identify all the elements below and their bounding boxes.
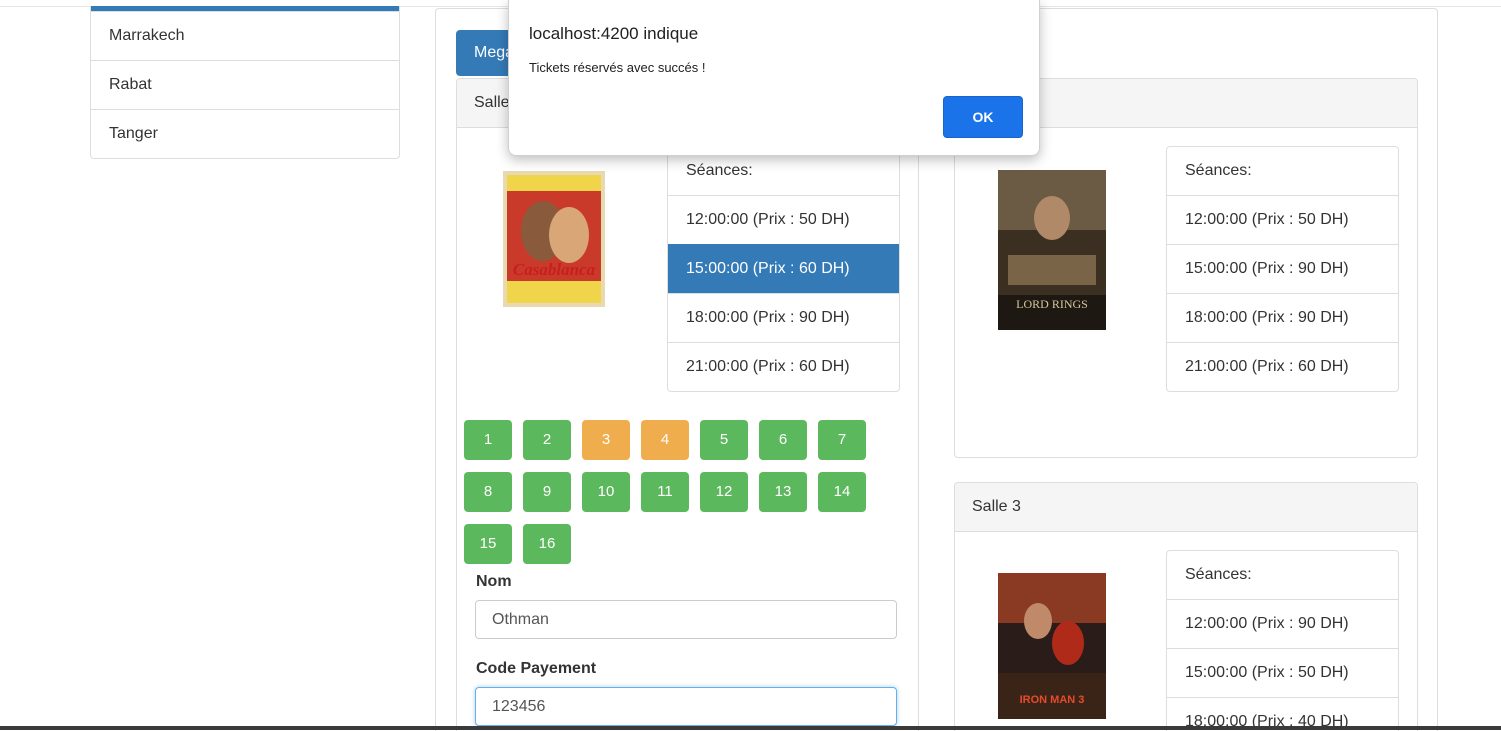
city-item-tanger[interactable]: Tanger <box>91 109 399 158</box>
seat-8[interactable]: 8 <box>464 472 512 512</box>
city-list: Marrakech Rabat Tanger <box>90 6 400 159</box>
city-item-marrakech[interactable]: Marrakech <box>91 11 399 60</box>
salle-3-seance-1500[interactable]: 15:00:00 (Prix : 50 DH) <box>1167 648 1398 697</box>
casablanca-poster-text: Casablanca <box>513 260 596 279</box>
seat-3[interactable]: 3 <box>582 420 630 460</box>
code-payement-input[interactable] <box>475 687 897 726</box>
seat-14[interactable]: 14 <box>818 472 866 512</box>
seat-15[interactable]: 15 <box>464 524 512 564</box>
alert-title: localhost:4200 indique <box>529 24 699 43</box>
salle-2-seance-1800[interactable]: 18:00:00 (Prix : 90 DH) <box>1167 293 1398 342</box>
alert-ok-button[interactable]: OK <box>943 96 1023 138</box>
casablanca-poster: Casablanca <box>503 171 605 307</box>
lotr-poster-text: LORD RINGS <box>1016 297 1088 311</box>
window-bottom-edge <box>0 726 1501 730</box>
seat-9[interactable]: 9 <box>523 472 571 512</box>
code-payement-label: Code Payement <box>476 660 597 677</box>
lord-of-the-rings-poster: LORD RINGS <box>998 170 1106 330</box>
iron-man-3-poster: IRON MAN 3 <box>998 573 1106 719</box>
seat-13[interactable]: 13 <box>759 472 807 512</box>
alert-dialog: localhost:4200 indique Tickets réservés … <box>508 0 1040 156</box>
seat-2[interactable]: 2 <box>523 420 571 460</box>
salle-1-seance-2100[interactable]: 21:00:00 (Prix : 60 DH) <box>668 342 899 391</box>
salle-3-seance-1200[interactable]: 12:00:00 (Prix : 90 DH) <box>1167 599 1398 648</box>
salle-2-seances: Séances: 12:00:00 (Prix : 50 DH) 15:00:0… <box>1166 146 1399 392</box>
seat-5[interactable]: 5 <box>700 420 748 460</box>
city-item-rabat[interactable]: Rabat <box>91 60 399 109</box>
seat-11[interactable]: 11 <box>641 472 689 512</box>
seat-4[interactable]: 4 <box>641 420 689 460</box>
alert-message: Tickets réservés avec succés ! <box>529 60 706 75</box>
seat-10[interactable]: 10 <box>582 472 630 512</box>
seat-16[interactable]: 16 <box>523 524 571 564</box>
seat-1[interactable]: 1 <box>464 420 512 460</box>
salle-2-seance-1500[interactable]: 15:00:00 (Prix : 90 DH) <box>1167 244 1398 293</box>
salle-3-seances: Séances: 12:00:00 (Prix : 90 DH) 15:00:0… <box>1166 550 1399 731</box>
salle-3-seances-label: Séances: <box>1185 566 1252 583</box>
iron-man-poster-text: IRON MAN 3 <box>1020 694 1085 706</box>
nom-label: Nom <box>476 573 512 590</box>
salle-2-seances-label: Séances: <box>1185 162 1252 179</box>
salle-1-seance-1200[interactable]: 12:00:00 (Prix : 50 DH) <box>668 195 899 244</box>
salle-1-seances: Séances: 12:00:00 (Prix : 50 DH) 15:00:0… <box>667 146 900 392</box>
nom-input[interactable] <box>475 600 897 639</box>
seat-6[interactable]: 6 <box>759 420 807 460</box>
salle-2-seance-1200[interactable]: 12:00:00 (Prix : 50 DH) <box>1167 195 1398 244</box>
salle-1-seance-1500-selected[interactable]: 15:00:00 (Prix : 60 DH) <box>668 244 899 293</box>
salle-1-seance-1800[interactable]: 18:00:00 (Prix : 90 DH) <box>668 293 899 342</box>
salle-3-title: Salle 3 <box>955 483 1417 532</box>
salle-2-seance-2100[interactable]: 21:00:00 (Prix : 60 DH) <box>1167 342 1398 391</box>
seat-12[interactable]: 12 <box>700 472 748 512</box>
seat-7[interactable]: 7 <box>818 420 866 460</box>
